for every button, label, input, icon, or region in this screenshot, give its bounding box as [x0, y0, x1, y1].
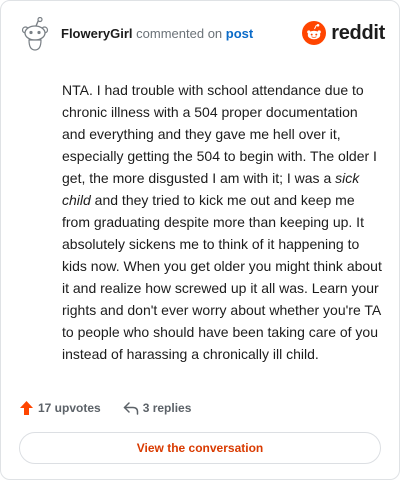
reddit-brand[interactable]: reddit: [302, 20, 385, 46]
reddit-logo-icon: [302, 21, 327, 45]
comment-header: FloweryGirl commented on post reddit: [19, 17, 385, 53]
reddit-wordmark: reddit: [331, 21, 385, 44]
replies-count: 3 replies: [142, 401, 192, 415]
comment-actions: 17 upvotes 3 replies: [19, 398, 191, 418]
comment-text-part1: NTA. I had trouble with school attendanc…: [62, 82, 377, 186]
comment-card: FloweryGirl commented on post reddit NTA…: [0, 0, 400, 480]
upvotes-button[interactable]: 17 upvotes: [19, 400, 101, 416]
username-link[interactable]: FloweryGirl: [61, 26, 133, 41]
comment-meta: FloweryGirl commented on post: [61, 26, 253, 41]
post-link[interactable]: post: [226, 26, 253, 41]
snoo-avatar-icon[interactable]: [19, 17, 51, 51]
upvote-arrow-icon: [20, 401, 33, 415]
comment-text-part2: and they tried to kick me out and keep m…: [62, 192, 382, 362]
view-conversation-button[interactable]: View the conversation: [19, 432, 381, 464]
comment-body: NTA. I had trouble with school attendanc…: [62, 79, 382, 365]
commented-on-text: commented on: [136, 26, 223, 41]
upvotes-count: 17 upvotes: [38, 401, 101, 415]
reply-arrow-icon: [123, 402, 138, 415]
replies-button[interactable]: 3 replies: [123, 401, 192, 415]
